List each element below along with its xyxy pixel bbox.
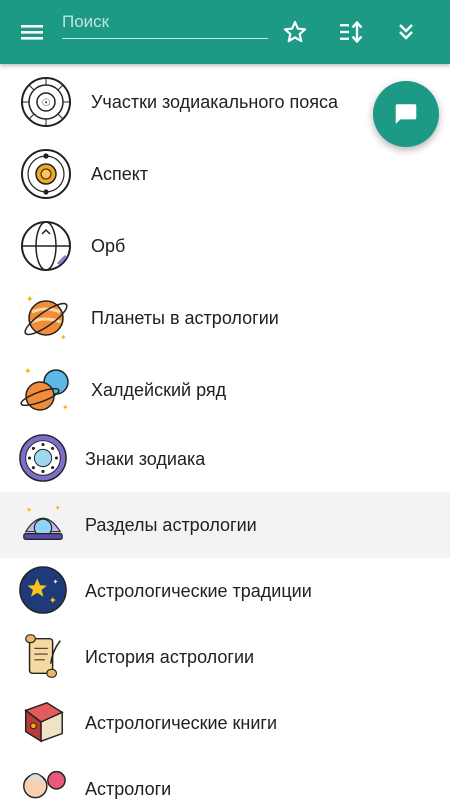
list-item[interactable]: ✦ ✦ Халдейский ряд [0,354,450,426]
svg-text:☉: ☉ [42,98,51,109]
search-input[interactable] [62,8,268,36]
svg-text:✦: ✦ [24,367,32,377]
double-chevron-down-icon[interactable] [388,14,424,50]
zodiac-wheel-icon: ☉ [21,77,71,127]
item-label: Астрологические книги [85,713,278,733]
item-label: Разделы астрологии [85,515,257,535]
list-item[interactable]: ✦ ✦ Планеты в астрологии [0,282,450,354]
app-bar [0,0,450,64]
list-item[interactable]: Астрологи [0,756,450,800]
chat-fab-button[interactable] [373,81,439,147]
svg-text:✦: ✦ [53,578,59,586]
item-label: Орб [91,236,126,256]
list-item[interactable]: История астрологии [0,624,450,690]
svg-text:✦: ✦ [26,505,33,514]
topic-list: ☉ Участки зодиакального пояса Аспект Орб [0,66,450,800]
item-label: Астрологические традиции [85,581,312,601]
orb-sphere-icon [21,221,71,271]
item-label: Знаки зодиака [85,449,206,469]
svg-text:✦: ✦ [55,504,62,513]
sort-icon[interactable] [333,14,369,50]
crystal-ball-icon: ✦ ✦ [23,504,63,540]
item-label: Астрологи [85,779,172,799]
list-item[interactable]: Знаки зодиака [0,426,450,492]
planet-icon: ✦ ✦ [24,295,68,342]
item-label: Аспект [91,164,149,184]
search-field [62,6,268,39]
svg-text:✦: ✦ [26,295,34,305]
hamburger-menu-icon[interactable] [14,16,50,48]
list-item[interactable]: Аспект [0,138,450,210]
stars-night-icon: ✦ ✦ [19,566,67,614]
astrologer-icon [23,770,66,799]
svg-text:✦: ✦ [62,403,69,412]
list-item[interactable]: Орб [0,210,450,282]
planets-group-icon: ✦ ✦ [20,367,69,412]
star-outline-icon[interactable] [277,14,313,50]
svg-text:✦: ✦ [60,333,67,342]
aspect-orbit-icon [21,149,71,199]
list-item[interactable]: ✦ ✦ Астрологические традиции [0,558,450,624]
zodiac-signs-icon [19,434,67,482]
book-icon [24,701,64,743]
item-label: Участки зодиакального пояса [91,92,339,112]
list-item[interactable]: ✦ ✦ Разделы астрологии [0,492,450,558]
chat-message-icon [395,104,417,124]
svg-text:✦: ✦ [49,595,57,606]
item-label: История астрологии [85,647,255,667]
item-label: Халдейский ряд [91,380,227,400]
item-label: Планеты в астрологии [91,308,279,328]
scroll-quill-icon [25,634,61,678]
list-item[interactable]: Астрологические книги [0,690,450,756]
